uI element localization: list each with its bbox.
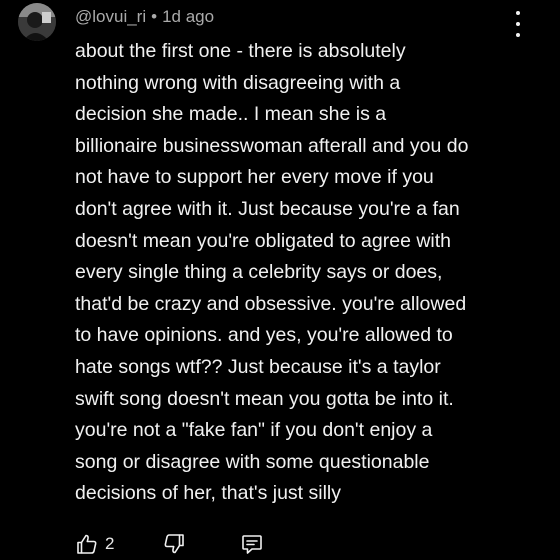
comment-text-line: doesn't mean you're obligated to agree w…	[75, 229, 452, 252]
thumbs-up-icon	[77, 534, 97, 554]
more-vertical-icon	[516, 11, 520, 15]
reply-button[interactable]	[240, 532, 264, 556]
comment-text-line: don't agree with it. Just because you're…	[75, 197, 460, 220]
comment-text-line: nothing wrong with disagreeing with a	[75, 71, 401, 94]
more-options-button[interactable]	[507, 11, 529, 37]
comment-text-line: that'd be crazy and obsessive. you're al…	[75, 292, 467, 315]
comment-text-line: not have to support her every move if yo…	[75, 166, 434, 189]
comment-text-line: song or disagree with some questionable	[75, 450, 430, 473]
like-count: 2	[105, 534, 115, 553]
comment-text-line: you're not a "fake fan" if you don't enj…	[75, 419, 433, 442]
comment-timestamp[interactable]: 1d ago	[162, 7, 214, 27]
comment-text-line: decision she made.. I mean she is a	[75, 103, 387, 126]
comment-actions: 2	[75, 532, 295, 560]
comment-card: @lovui_ri • 1d ago about the first one -…	[0, 0, 560, 560]
avatar-image	[18, 3, 56, 41]
comment-text-line: decisions of her, that's just silly	[75, 482, 342, 505]
comment-reply-icon	[242, 535, 262, 554]
comment-header: @lovui_ri • 1d ago	[75, 6, 214, 28]
comment-text-line: to have opinions. and yes, you're allowe…	[75, 324, 453, 347]
comment-text-line: every single thing a celebrity says or d…	[75, 261, 443, 284]
dislike-button[interactable]	[162, 532, 186, 556]
comment-text: about the first one - there is absolutel…	[75, 36, 545, 510]
comment-text-line: about the first one - there is absolutel…	[75, 40, 406, 62]
thumbs-down-icon	[164, 534, 184, 554]
like-button[interactable]: 2	[75, 532, 114, 556]
comment-text-line: swift song doesn't mean you gotta be int…	[75, 387, 454, 410]
comment-text-line: hate songs wtf?? Just because it's a tay…	[75, 355, 441, 378]
avatar[interactable]	[18, 3, 56, 41]
author-handle[interactable]: @lovui_ri	[75, 7, 146, 27]
more-vertical-icon-dot	[516, 22, 520, 26]
header-separator: •	[151, 7, 158, 26]
comment-text-line: billionaire businesswoman afterall and y…	[75, 134, 469, 157]
